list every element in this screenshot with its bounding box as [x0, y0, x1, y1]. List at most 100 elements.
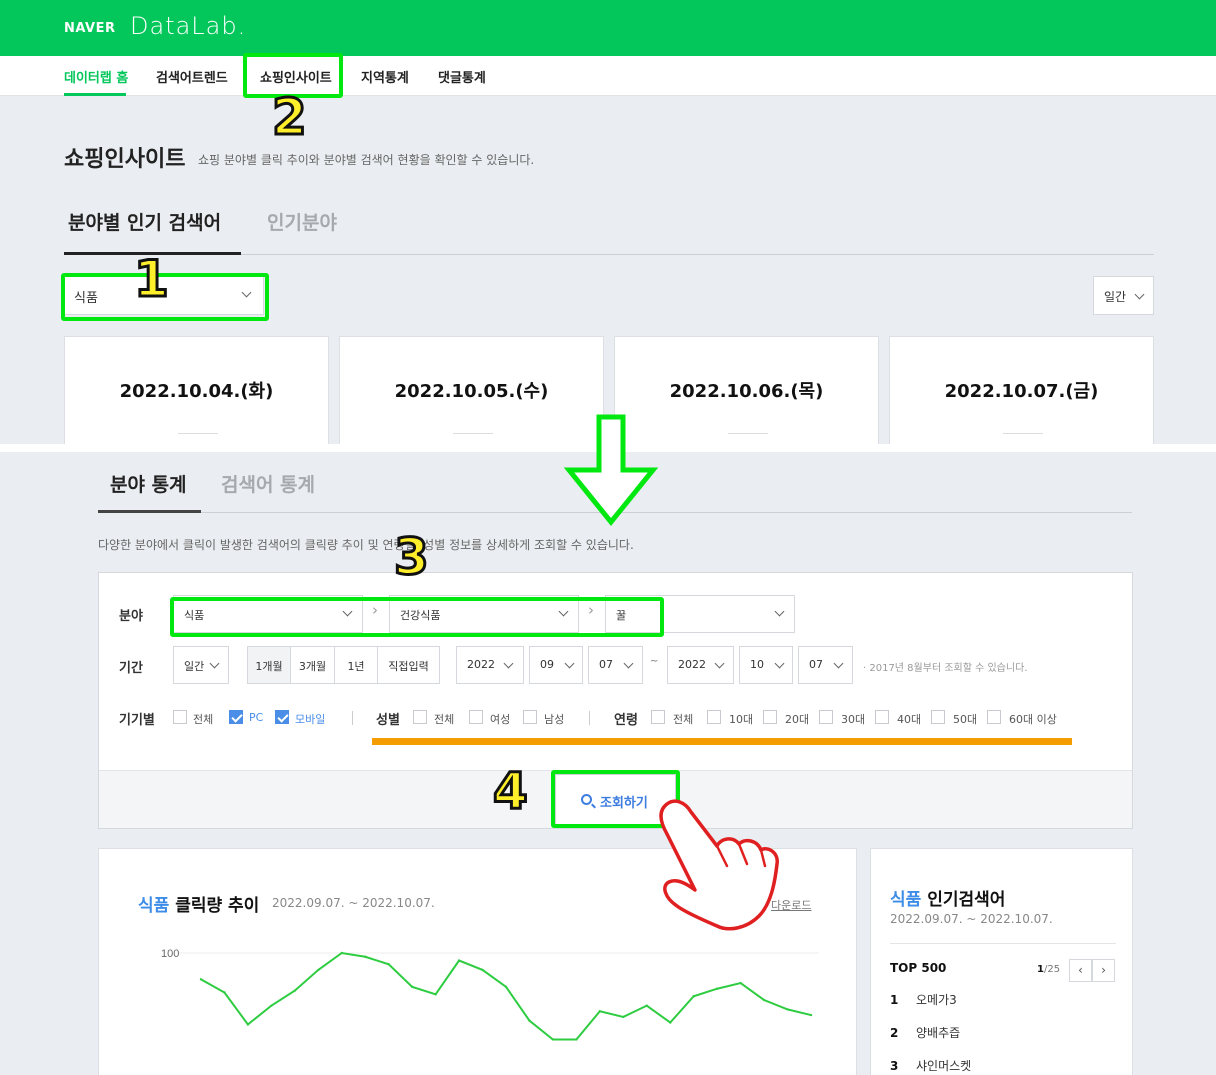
- gnb-item-home[interactable]: 데이터랩 홈: [64, 67, 128, 86]
- data-point: [364, 955, 367, 958]
- age-50s-checkbox[interactable]: [931, 710, 945, 724]
- age-50s-label: 50대: [953, 713, 978, 726]
- divider: [589, 711, 590, 725]
- global-nav: 데이터랩 홈 검색어트렌드 쇼핑인사이트 지역통계 댓글통계: [0, 56, 1216, 96]
- end-year-select[interactable]: 2022: [667, 646, 734, 684]
- date-card-date: 2022.10.04.(화): [119, 381, 274, 402]
- age-20s-checkbox[interactable]: [763, 710, 777, 724]
- tab-active-underline: [98, 510, 201, 513]
- age-60plus-checkbox[interactable]: [987, 710, 1001, 724]
- device-all-label: 전체: [193, 713, 214, 726]
- start-day-select[interactable]: 07: [588, 646, 643, 684]
- gender-female-checkbox[interactable]: [469, 710, 483, 724]
- tab-keyword-stats[interactable]: 검색어 통계: [221, 470, 315, 497]
- range-3month-button[interactable]: 3개월: [290, 646, 335, 684]
- top500-label: TOP 500: [890, 961, 947, 975]
- age-20s-label: 20대: [785, 713, 810, 726]
- data-point: [246, 1023, 250, 1026]
- page-title: 쇼핑인사이트: [64, 147, 186, 172]
- period-label: 기간: [119, 661, 143, 676]
- device-label: 기기별: [119, 713, 155, 728]
- rank-number: 2: [890, 1026, 899, 1040]
- age-all-checkbox[interactable]: [651, 710, 665, 724]
- side-card-title-category: 식품: [890, 890, 922, 910]
- rank-item[interactable]: 2 양배추즙: [890, 1024, 960, 1041]
- period-select[interactable]: 일간: [1093, 276, 1154, 315]
- chevron-down-icon: [714, 658, 725, 669]
- tab-category-stats[interactable]: 분야 통계: [110, 470, 187, 497]
- divider: [1003, 433, 1043, 434]
- category-stats-section: 분야 통계 검색어 통계 다양한 분야에서 클릭이 발생한 검색어의 클릭량 추…: [0, 452, 1216, 1075]
- range-custom-button[interactable]: 직접입력: [377, 646, 440, 684]
- chevron-down-icon: [623, 658, 634, 669]
- date-range-separator: ~: [650, 656, 659, 667]
- data-point: [528, 1019, 531, 1022]
- gender-female-label: 여성: [490, 713, 511, 726]
- device-all-checkbox[interactable]: [173, 710, 187, 724]
- data-point: [410, 985, 414, 989]
- data-point: [457, 959, 461, 962]
- prev-page-button[interactable]: ‹: [1069, 959, 1092, 982]
- data-point: [434, 993, 437, 996]
- data-point: [622, 1015, 625, 1019]
- page-total: /25: [1043, 964, 1061, 975]
- gnb-item-region-stats[interactable]: 지역통계: [361, 67, 409, 86]
- age-label: 연령: [614, 713, 638, 728]
- period-unit-select[interactable]: 일간: [173, 646, 229, 684]
- age-40s-label: 40대: [897, 713, 922, 726]
- rank-item[interactable]: 3 샤인머스켓: [890, 1057, 971, 1074]
- period-select-value: 일간: [1104, 290, 1127, 304]
- range-1month-label: 1개월: [255, 660, 283, 673]
- divider: [728, 433, 768, 434]
- age-10s-label: 10대: [729, 713, 754, 726]
- data-point: [786, 1008, 789, 1011]
- start-month-select[interactable]: 09: [529, 646, 583, 684]
- datalab-logo-dot: .: [237, 12, 247, 40]
- highlight-box-3: [170, 597, 664, 637]
- data-point: [598, 1010, 602, 1013]
- range-1year-button[interactable]: 1년: [334, 646, 378, 684]
- rank-item[interactable]: 1 오메가3: [890, 991, 957, 1008]
- range-1month-button[interactable]: 1개월: [247, 646, 291, 684]
- chevron-down-icon: [774, 658, 785, 669]
- age-40s-checkbox[interactable]: [875, 710, 889, 724]
- date-range-note: · 2017년 8월부터 조회할 수 있습니다.: [863, 663, 1028, 674]
- end-year-value: 2022: [678, 658, 706, 671]
- data-point: [270, 1004, 273, 1007]
- end-month-value: 10: [750, 658, 764, 671]
- gnb-item-comment-stats[interactable]: 댓글통계: [438, 67, 486, 86]
- end-month-select[interactable]: 10: [739, 646, 793, 684]
- divider: [453, 433, 493, 434]
- gender-all-checkbox[interactable]: [413, 710, 427, 724]
- chevron-down-icon: [564, 658, 575, 669]
- device-pc-checkbox[interactable]: [229, 710, 243, 724]
- range-3month-label: 3개월: [298, 660, 327, 673]
- top-header: NAVER DataLab.: [0, 0, 1216, 56]
- rank-number: 3: [890, 1059, 899, 1073]
- datalab-logo[interactable]: DataLab.: [130, 12, 246, 40]
- chevron-down-icon: [1134, 289, 1145, 300]
- gender-male-checkbox[interactable]: [523, 710, 537, 724]
- naver-logo[interactable]: NAVER: [64, 21, 116, 36]
- date-card[interactable]: 2022.10.04.(화): [64, 336, 329, 444]
- rank-keyword: 샤인머스켓: [916, 1059, 972, 1073]
- step-number-2: 2: [271, 88, 309, 146]
- start-year-select[interactable]: 2022: [456, 646, 524, 684]
- side-card-title: 식품 인기검색어: [890, 885, 1005, 910]
- gnb-item-search-trend[interactable]: 검색어트렌드: [156, 67, 228, 86]
- tab-popular-category[interactable]: 인기분야: [267, 208, 337, 235]
- end-day-value: 07: [809, 658, 823, 671]
- device-mobile-checkbox[interactable]: [275, 710, 289, 724]
- arrow-down-icon: [563, 414, 659, 526]
- next-page-button[interactable]: ›: [1092, 959, 1115, 982]
- data-point: [504, 985, 508, 989]
- age-30s-checkbox[interactable]: [819, 710, 833, 724]
- tab-category-keywords[interactable]: 분야별 인기 검색어: [68, 208, 221, 235]
- date-card[interactable]: 2022.10.07.(금): [889, 336, 1154, 444]
- range-custom-label: 직접입력: [388, 660, 429, 673]
- age-10s-checkbox[interactable]: [707, 710, 721, 724]
- rank-keyword: 양배추즙: [916, 1026, 961, 1040]
- end-day-select[interactable]: 07: [798, 646, 853, 684]
- start-month-value: 09: [540, 658, 554, 671]
- pointing-hand-icon: [659, 799, 779, 931]
